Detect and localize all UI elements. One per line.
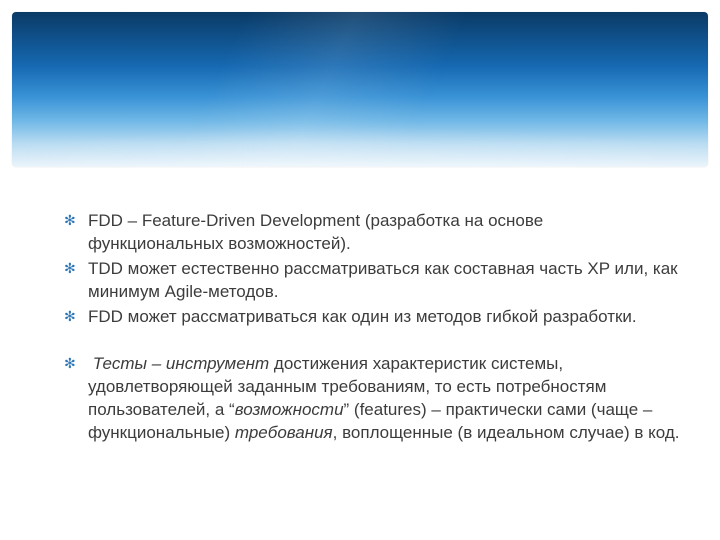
bullet-text: Тесты – инструмент достижения характерис… (88, 354, 680, 442)
list-item: FDD – Feature-Driven Development (разраб… (60, 210, 680, 256)
bullet-list-secondary: Тесты – инструмент достижения характерис… (60, 353, 680, 445)
text-run: , воплощенные (в идеальном случае) в код… (333, 423, 680, 442)
bullet-list: FDD – Feature-Driven Development (разраб… (60, 210, 680, 329)
italic-run: возможности (235, 400, 344, 419)
bullet-text: FDD может рассматриваться как один из ме… (88, 307, 637, 326)
bullet-text: TDD может естественно рассматриваться ка… (88, 259, 678, 301)
spacer (60, 331, 680, 353)
bullet-text: FDD – Feature-Driven Development (разраб… (88, 211, 543, 253)
italic-run: требования (235, 423, 333, 442)
header-banner (12, 12, 708, 167)
list-item: FDD может рассматриваться как один из ме… (60, 306, 680, 329)
list-item: Тесты – инструмент достижения характерис… (60, 353, 680, 445)
italic-run: Тесты – инструмент (93, 354, 269, 373)
slide: FDD – Feature-Driven Development (разраб… (0, 0, 720, 540)
content-area: FDD – Feature-Driven Development (разраб… (60, 210, 680, 446)
list-item: TDD может естественно рассматриваться ка… (60, 258, 680, 304)
